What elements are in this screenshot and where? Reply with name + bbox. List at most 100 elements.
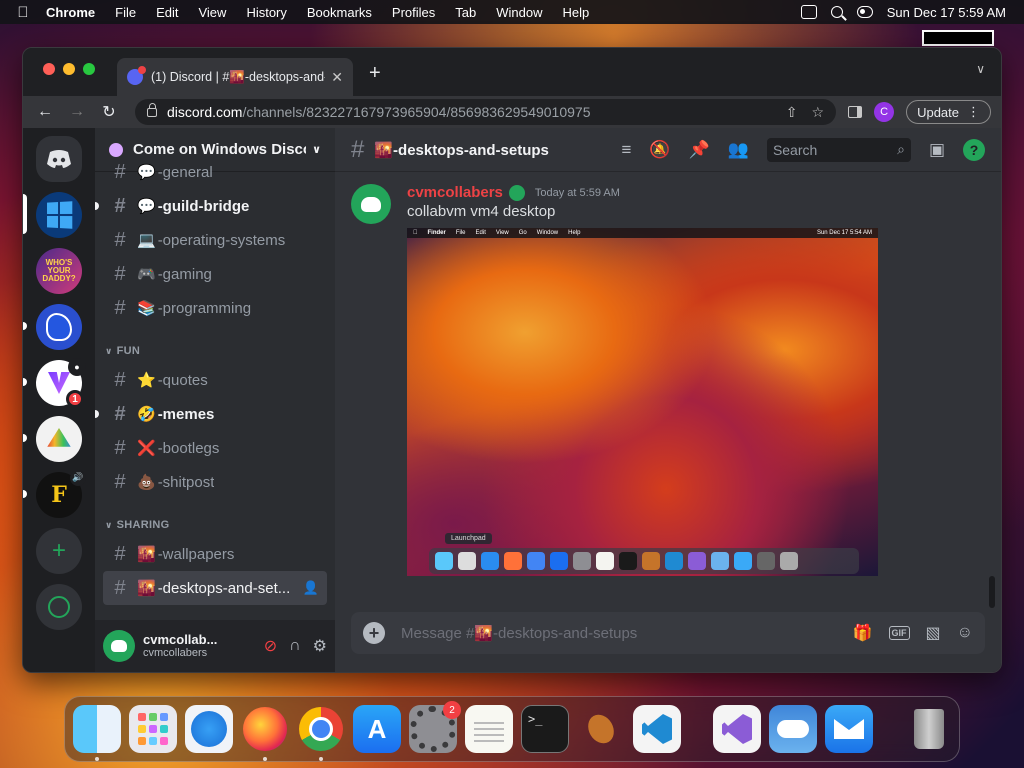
bookmark-star-icon[interactable]: ☆	[812, 104, 825, 121]
update-button[interactable]: Update ⋮	[906, 100, 991, 124]
message-input[interactable]	[401, 624, 853, 642]
dock-launchpad-icon[interactable]	[129, 705, 177, 753]
emoji-icon[interactable]: ☺	[957, 624, 973, 642]
message-author[interactable]: cvmcollabers	[407, 184, 503, 201]
menubar-clock[interactable]: Sun Dec 17 5:59 AM	[887, 5, 1006, 20]
server-sonic-icon[interactable]	[23, 304, 82, 350]
minimize-window-button[interactable]	[63, 63, 75, 75]
inbox-icon[interactable]: ▣	[929, 140, 945, 160]
gif-button[interactable]: GIF	[888, 626, 910, 640]
menu-bookmarks[interactable]: Bookmarks	[297, 5, 382, 20]
channel-guild-bridge[interactable]: # 💬 -guild-bridge	[95, 189, 327, 223]
menu-profiles[interactable]: Profiles	[382, 5, 445, 20]
help-button[interactable]: ?	[963, 138, 985, 161]
menu-tab[interactable]: Tab	[445, 5, 486, 20]
server-f-icon[interactable]: F 🔊	[23, 470, 86, 518]
channel-gaming[interactable]: # 🎮 -gaming	[103, 257, 327, 291]
channel-programming[interactable]: # 📚 -programming	[103, 291, 327, 325]
zoom-window-button[interactable]	[83, 63, 95, 75]
server-whos-your-daddy-icon[interactable]: WHO'S YOUR DADDY?	[36, 248, 82, 294]
channel-memes[interactable]: # 🤣 -memes	[95, 397, 327, 431]
hash-icon: #	[114, 436, 126, 459]
channel-emoji: 💬	[137, 198, 156, 215]
tab-close-icon[interactable]: ✕	[331, 69, 343, 86]
member-list-icon[interactable]: 👥	[728, 140, 749, 160]
spotlight-icon[interactable]	[830, 6, 843, 18]
dock-safari-icon[interactable]	[185, 705, 233, 753]
channel-operating-systems[interactable]: # 💻 -operating-systems	[103, 223, 327, 257]
forward-button[interactable]: →	[65, 103, 89, 121]
channel-desktops-and-setups[interactable]: # 🌇 -desktops-and-set... 👤	[103, 571, 327, 605]
back-button[interactable]: ←	[33, 103, 57, 121]
add-server-button[interactable]: +	[36, 528, 82, 574]
channel-emoji: ⭐	[137, 372, 156, 389]
control-center-icon[interactable]	[856, 6, 873, 18]
menu-help[interactable]: Help	[553, 5, 600, 20]
menu-file[interactable]: File	[105, 5, 146, 20]
mute-microphone-icon[interactable]: ⊘	[264, 636, 277, 656]
threads-icon[interactable]: ≡	[622, 140, 632, 160]
channel-bootlegs[interactable]: # ❌ -bootlegs	[103, 431, 327, 465]
reload-button[interactable]: ↻	[97, 102, 121, 122]
notification-bell-muted-icon[interactable]: 🔕	[649, 140, 670, 160]
channel-shitpost[interactable]: # 💩 -shitpost	[103, 465, 327, 499]
channel-emoji: ❌	[137, 440, 156, 457]
profile-avatar[interactable]: C	[874, 102, 895, 122]
dock-mail-icon[interactable]	[825, 705, 873, 753]
menu-app-name[interactable]: Chrome	[36, 5, 105, 20]
category-fun[interactable]: ∨ FUN	[103, 335, 327, 363]
gear-icon[interactable]: ⚙	[313, 636, 327, 656]
upload-plus-button[interactable]: +	[363, 622, 385, 644]
message-avatar[interactable]	[351, 184, 391, 224]
category-sharing[interactable]: ∨ SHARING	[103, 509, 327, 537]
dock-trash-icon[interactable]	[905, 705, 953, 753]
sticker-icon[interactable]: ▧	[926, 623, 941, 643]
dock-chrome-icon[interactable]	[297, 705, 345, 761]
search-input[interactable]: Search ⌕	[766, 137, 911, 162]
screen-mirroring-icon[interactable]	[800, 5, 817, 19]
discord-favicon-icon	[127, 66, 146, 85]
gift-icon[interactable]: 🎁	[853, 623, 873, 643]
side-panel-icon[interactable]	[848, 106, 863, 118]
server-windows-icon[interactable]	[23, 192, 82, 238]
dock-visual-studio-icon[interactable]	[713, 705, 761, 753]
dock-textedit-icon[interactable]	[465, 705, 513, 753]
headphones-icon[interactable]: ∩	[289, 637, 301, 655]
share-icon[interactable]: ⇧	[786, 104, 798, 121]
more-menu-icon[interactable]: ⋮	[967, 104, 980, 120]
user-names[interactable]: cvmcollab... cvmcollabers	[143, 632, 252, 661]
server-f-letter: F	[51, 482, 67, 508]
discord-home-icon[interactable]	[36, 136, 82, 182]
dock-weather-icon[interactable]	[769, 705, 817, 753]
menu-view[interactable]: View	[188, 5, 236, 20]
channel-wallpapers[interactable]: # 🌇 -wallpapers	[103, 537, 327, 571]
dock-terminal-icon[interactable]: >_	[521, 705, 569, 753]
explore-servers-icon[interactable]	[36, 584, 82, 630]
scrollbar[interactable]	[989, 576, 995, 608]
apple-menu-icon[interactable]: 	[10, 4, 36, 21]
dock-firefox-icon[interactable]	[241, 705, 289, 761]
menu-window[interactable]: Window	[486, 5, 552, 20]
pin-icon[interactable]: 📌	[689, 140, 710, 160]
tab-search-chevron-icon[interactable]: ∨	[976, 62, 985, 76]
tab-discord[interactable]: (1) Discord | #🌇-desktops-and-setups ✕	[117, 58, 353, 96]
dock-garageband-icon[interactable]	[577, 705, 625, 753]
user-avatar[interactable]	[103, 630, 135, 662]
channel-general[interactable]: # 💬 -general	[103, 155, 327, 189]
dock-finder-icon[interactable]	[73, 705, 121, 761]
menu-edit[interactable]: Edit	[146, 5, 188, 20]
new-tab-button[interactable]: +	[369, 62, 381, 85]
menu-history[interactable]: History	[236, 5, 296, 20]
lock-icon[interactable]	[147, 102, 157, 117]
dock-vscode-icon[interactable]	[633, 705, 681, 753]
address-bar[interactable]: discord.com/channels/823227167973965904/…	[135, 99, 837, 125]
server-sailboat-icon[interactable]	[23, 416, 82, 462]
dock-system-settings-icon[interactable]: 2	[409, 701, 461, 753]
message-image-attachment[interactable]:  Finder File Edit View Go Window Help S…	[407, 228, 878, 576]
close-window-button[interactable]	[43, 63, 55, 75]
server-v-icon[interactable]: ● 1	[23, 358, 86, 408]
channel-quotes[interactable]: # ⭐ -quotes	[103, 363, 327, 397]
attachment-menu-item: View	[491, 230, 509, 236]
add-member-icon[interactable]: 👤	[303, 580, 319, 596]
dock-app-store-icon[interactable]: A	[353, 705, 401, 753]
